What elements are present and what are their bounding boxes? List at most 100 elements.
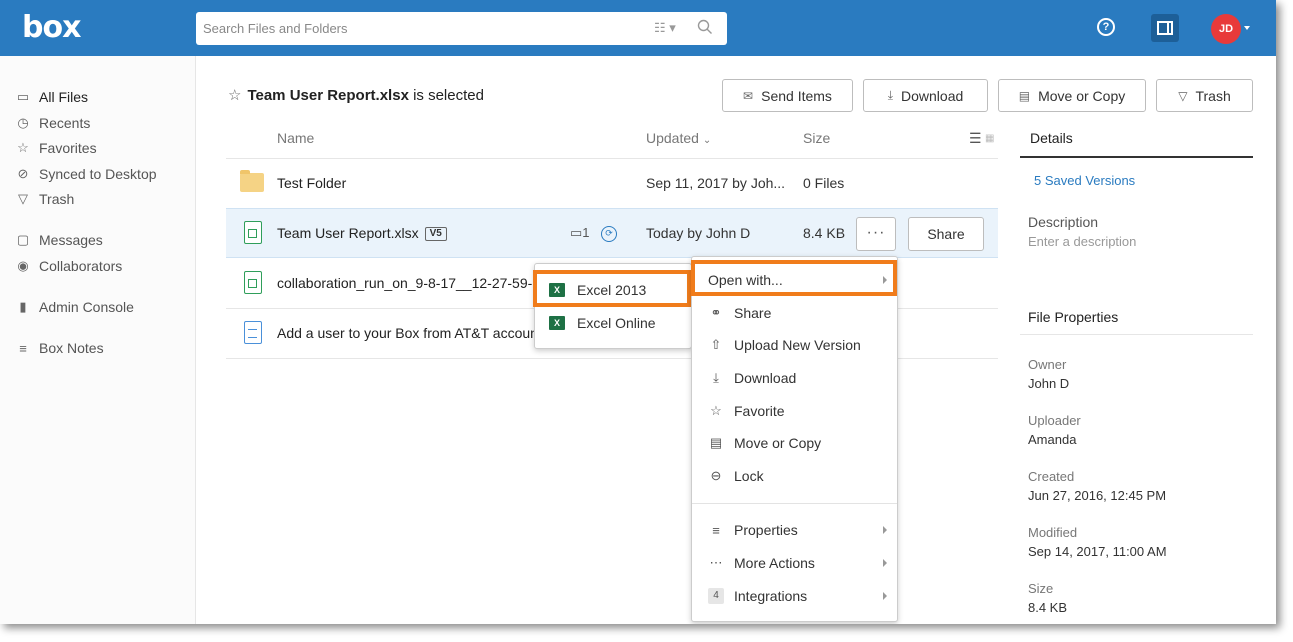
- search-input[interactable]: Search Files and Folders: [203, 21, 348, 36]
- uploader-value: Amanda: [1028, 432, 1077, 447]
- column-name[interactable]: Name: [277, 130, 314, 146]
- file-name[interactable]: Add a user to your Box from AT&T account…: [277, 325, 554, 341]
- sidebar-item-box-notes[interactable]: ≡ Box Notes: [15, 338, 104, 358]
- menu-item-download[interactable]: ⤓ Download: [692, 363, 897, 393]
- avatar[interactable]: JD: [1211, 14, 1241, 44]
- sidebar-item-admin-console[interactable]: ▮ Admin Console: [15, 297, 134, 317]
- modified-value: Sep 14, 2017, 11:00 AM: [1028, 544, 1167, 559]
- download-button[interactable]: ⤓ Download: [863, 79, 988, 112]
- sidebar-item-label: All Files: [39, 89, 89, 105]
- panel-icon: [1157, 21, 1173, 35]
- size-label: Size: [1028, 581, 1054, 596]
- copy-icon: ▤: [1018, 88, 1031, 103]
- more-options-button[interactable]: ···: [856, 217, 896, 251]
- search-icon[interactable]: [697, 19, 713, 35]
- file-name[interactable]: Test Folder: [277, 175, 346, 191]
- menu-item-share[interactable]: ⚭ Share: [692, 298, 897, 328]
- list-view-icon[interactable]: ☰: [969, 130, 982, 147]
- tab-underline: [1020, 156, 1253, 158]
- menu-item-label: Lock: [734, 468, 764, 484]
- top-header: box Search Files and Folders ☷ ▾ ? JD: [0, 0, 1276, 56]
- button-label: Trash: [1195, 87, 1231, 104]
- highlight-box: [691, 260, 897, 296]
- sidebar-toggle-button[interactable]: [1151, 14, 1179, 42]
- file-name[interactable]: collaboration_run_on_9-8-17__12-27-59-PM: [277, 275, 553, 291]
- owner-label: Owner: [1028, 357, 1067, 372]
- trash-icon: ▽: [1178, 88, 1188, 103]
- copy-icon: ▤: [709, 435, 723, 450]
- grid-view-icon[interactable]: ▦: [985, 133, 994, 144]
- column-size[interactable]: Size: [803, 130, 830, 146]
- trash-icon: ▽: [18, 191, 28, 206]
- file-name[interactable]: Team User Report.xlsx V5: [277, 225, 447, 242]
- folder-icon: ▭: [16, 89, 30, 104]
- notes-icon: ≡: [19, 340, 27, 356]
- comment-count: 1: [582, 225, 590, 240]
- created-value: Jun 27, 2016, 12:45 PM: [1028, 488, 1167, 503]
- send-items-button[interactable]: ✉ Send Items: [722, 79, 853, 112]
- chevron-right-icon: [883, 559, 887, 567]
- comment-icon[interactable]: ▭1: [570, 225, 590, 241]
- menu-item-upload-new-version[interactable]: ⇧ Upload New Version: [692, 330, 897, 360]
- created-label: Created: [1028, 469, 1075, 484]
- sidebar-item-messages[interactable]: ▢ Messages: [15, 230, 103, 250]
- menu-divider: [692, 503, 897, 504]
- move-copy-button[interactable]: ▤ Move or Copy: [998, 79, 1146, 112]
- updated-text: Sep 11, 2017 by Joh...: [646, 175, 786, 191]
- mail-icon: ✉: [743, 88, 754, 103]
- description-field[interactable]: Enter a description: [1028, 234, 1136, 249]
- help-icon[interactable]: ?: [1097, 18, 1115, 36]
- sidebar-item-label: Box Notes: [39, 340, 104, 356]
- updated-text: Today by John D: [646, 225, 751, 241]
- menu-item-properties[interactable]: ≡ Properties: [692, 515, 897, 545]
- modified-label: Modified: [1028, 525, 1078, 540]
- menu-item-more-actions[interactable]: ⋯ More Actions: [692, 548, 897, 578]
- properties-icon: ≡: [712, 522, 720, 538]
- menu-item-label: Download: [734, 370, 797, 386]
- file-context-menu: Open with... ⚭ Share ⇧ Upload New Version …: [691, 256, 898, 622]
- sidebar-item-collaborators[interactable]: ◉ Collaborators: [15, 256, 122, 276]
- version-badge[interactable]: V5: [424, 227, 447, 242]
- table-row[interactable]: Test Folder Sep 11, 2017 by Joh... 0 Fil…: [226, 159, 998, 209]
- filter-icon[interactable]: ☷ ▾: [654, 20, 676, 36]
- chevron-right-icon: [883, 592, 887, 600]
- trash-button[interactable]: ▽ Trash: [1156, 79, 1253, 112]
- sidebar-item-synced[interactable]: ⊘ Synced to Desktop: [15, 164, 157, 184]
- sidebar-item-label: Recents: [39, 115, 91, 131]
- chevron-right-icon: [883, 526, 887, 534]
- menu-item-label: Excel Online: [577, 315, 656, 331]
- lock-icon: ⊖: [710, 468, 722, 483]
- highlight-box: [533, 270, 691, 307]
- menu-item-label: Integrations: [734, 588, 808, 604]
- sidebar-item-recents[interactable]: ◷ Recents: [15, 113, 90, 133]
- star-icon: ☆: [710, 403, 722, 418]
- sidebar-item-favorites[interactable]: ☆ Favorites: [15, 138, 96, 158]
- spreadsheet-icon: [244, 221, 262, 244]
- button-label: Download: [901, 87, 964, 104]
- selected-file-name: Team User Report.xlsx: [247, 87, 409, 104]
- share-button[interactable]: Share: [908, 217, 984, 251]
- sidebar-item-label: Messages: [39, 232, 103, 248]
- menu-item-move-copy[interactable]: ▤ Move or Copy: [692, 428, 897, 458]
- sidebar-item-all-files[interactable]: ▭ All Files: [15, 87, 88, 107]
- menu-item-integrations[interactable]: 4 Integrations: [692, 581, 897, 611]
- file-properties-heading: File Properties: [1028, 309, 1119, 325]
- box-logo[interactable]: box: [22, 10, 81, 45]
- menu-item-label: Favorite: [734, 403, 785, 419]
- column-updated[interactable]: Updated ⌄: [646, 130, 711, 146]
- excel-icon: X: [549, 316, 565, 330]
- search-bar[interactable]: Search Files and Folders ☷ ▾: [196, 12, 727, 45]
- menu-item-lock[interactable]: ⊖ Lock: [692, 461, 897, 491]
- menu-item-excel-online[interactable]: X Excel Online: [535, 308, 691, 338]
- chevron-down-icon: ⌄: [702, 135, 712, 146]
- chevron-down-icon[interactable]: [1244, 26, 1250, 30]
- saved-versions-link[interactable]: 5 Saved Versions: [1034, 173, 1135, 188]
- uploader-label: Uploader: [1028, 413, 1081, 428]
- tab-details[interactable]: Details: [1030, 130, 1073, 146]
- star-icon[interactable]: ☆: [228, 87, 241, 104]
- sidebar-item-trash[interactable]: ▽ Trash: [15, 189, 74, 209]
- table-row-selected[interactable]: Team User Report.xlsx V5 ▭1 ⟳ Today by Jo…: [226, 208, 998, 258]
- link-icon: ⚭: [710, 305, 722, 320]
- menu-item-favorite[interactable]: ☆ Favorite: [692, 396, 897, 426]
- document-icon: [244, 321, 262, 344]
